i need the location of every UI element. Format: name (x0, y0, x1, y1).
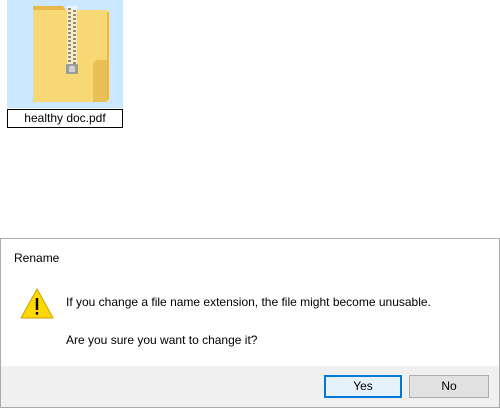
rename-dialog: Rename If you change a file name extensi… (0, 238, 500, 408)
dialog-title: Rename (14, 251, 60, 265)
file-name-input[interactable]: healthy doc.pdf (7, 109, 123, 128)
zip-folder-icon (33, 6, 109, 102)
dialog-button-bar: Yes No (1, 366, 499, 407)
yes-button[interactable]: Yes (324, 375, 402, 398)
file-item-selected[interactable] (7, 0, 123, 108)
dialog-message: If you change a file name extension, the… (66, 295, 431, 309)
warning-icon (20, 288, 54, 319)
dialog-question: Are you sure you want to change it? (66, 333, 258, 347)
no-button[interactable]: No (409, 375, 489, 398)
screen: healthy doc.pdf Rename If you change a f… (0, 0, 500, 408)
